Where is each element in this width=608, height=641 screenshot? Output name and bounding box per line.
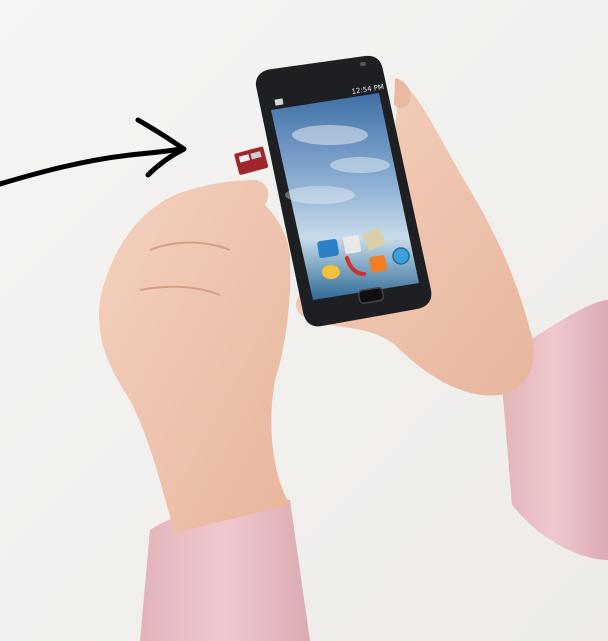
cloud [330,157,390,173]
calculator-icon [343,235,362,254]
chat-icon [322,265,340,279]
home-button [358,287,385,304]
signal-icon [274,98,284,106]
photo-scene: 12:54 PM [0,0,608,641]
cloud [285,186,355,204]
front-camera [360,62,366,66]
rss-icon [369,255,387,273]
mail-icon [317,238,339,259]
photo-illustration: 12:54 PM [0,0,608,641]
globe-icon [392,247,410,265]
cloud [292,125,368,145]
